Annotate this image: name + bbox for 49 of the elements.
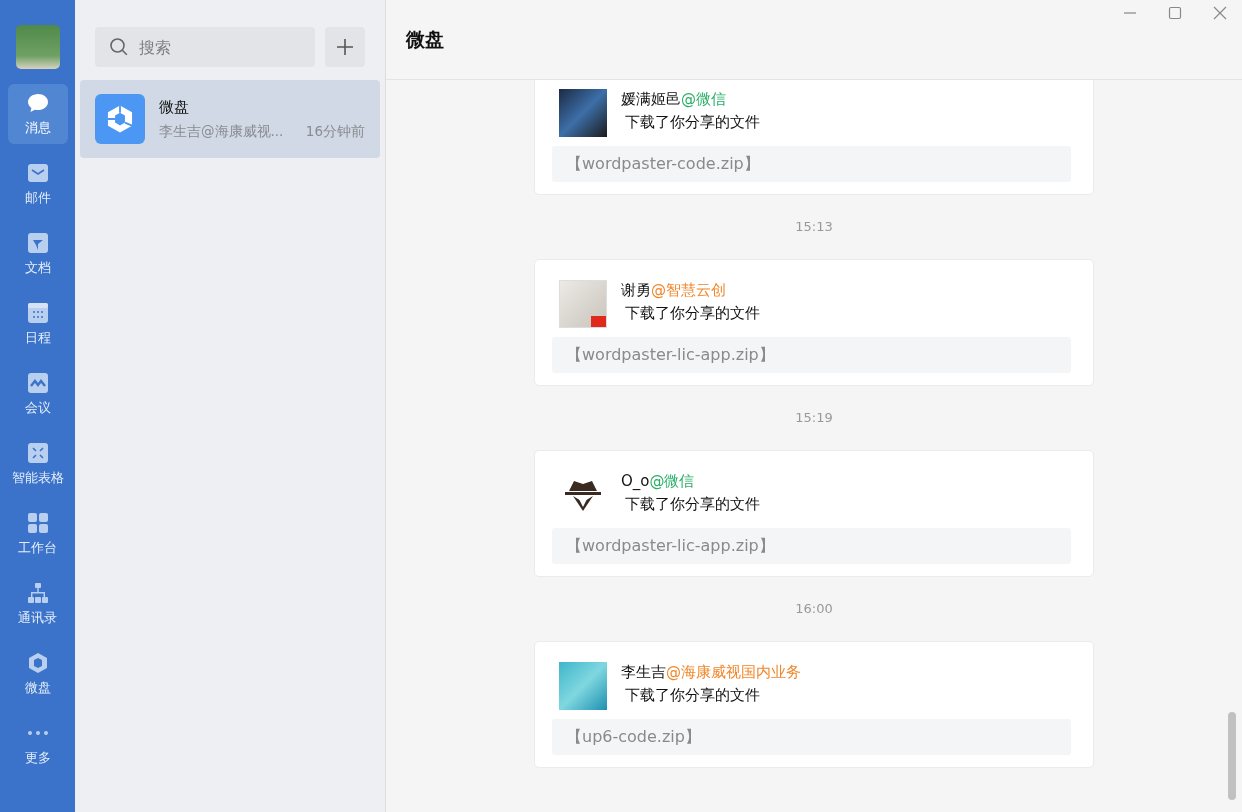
nav-item[interactable]: 文档 bbox=[7, 224, 68, 284]
message-text: 下载了你分享的文件 bbox=[625, 113, 760, 132]
file-attachment[interactable]: 【wordpaster-lic-app.zip】 bbox=[552, 337, 1071, 373]
timestamp: 16:00 bbox=[795, 600, 833, 618]
nav-item[interactable]: 智能表格 bbox=[7, 434, 68, 494]
conversation-item[interactable]: 微盘 李生吉@海康威视... 16分钟前 bbox=[80, 80, 380, 158]
nav-item[interactable]: 更多 bbox=[7, 714, 68, 774]
conversation-preview: 李生吉@海康威视... bbox=[159, 122, 284, 141]
nav-item[interactable]: 会议 bbox=[7, 364, 68, 424]
nav-item[interactable]: 工作台 bbox=[7, 504, 68, 564]
user-avatar-photo[interactable] bbox=[15, 25, 60, 69]
file-attachment[interactable]: 【up6-code.zip】 bbox=[552, 719, 1071, 755]
sender-name: 李生吉@海康威视国内业务 bbox=[621, 663, 801, 682]
nav-icon bbox=[25, 231, 50, 255]
chat-title: 微盘 bbox=[406, 26, 444, 52]
nav-item[interactable]: 邮件 bbox=[7, 154, 68, 214]
nav-icon bbox=[25, 301, 50, 325]
more-dots-icon bbox=[26, 730, 49, 736]
nav-icon bbox=[25, 441, 50, 465]
sender-name: 谢勇@智慧云创 bbox=[621, 281, 727, 300]
search-field[interactable]: 搜索 bbox=[95, 27, 315, 67]
file-attachment[interactable]: 【wordpaster-code.zip】 bbox=[552, 146, 1071, 182]
avatar-photo bbox=[559, 662, 607, 710]
message-text: 下载了你分享的文件 bbox=[625, 304, 760, 323]
sender-name: O_o@微信 bbox=[621, 472, 696, 491]
nav-icon bbox=[25, 581, 50, 605]
nav-item[interactable]: 通讯录 bbox=[7, 574, 68, 634]
flag-icon bbox=[591, 316, 606, 327]
timestamp: 15:19 bbox=[795, 409, 833, 427]
drive-logo-icon bbox=[95, 94, 145, 144]
nav-icon bbox=[25, 371, 50, 395]
nav-icon bbox=[25, 161, 50, 185]
avatar-photo bbox=[559, 89, 607, 137]
conversation-title: 微盘 bbox=[159, 97, 190, 117]
message-text: 下载了你分享的文件 bbox=[625, 686, 761, 705]
file-attachment[interactable]: 【wordpaster-lic-app.zip】 bbox=[552, 528, 1071, 564]
scrollbar-thumb[interactable] bbox=[1228, 712, 1236, 800]
add-button[interactable] bbox=[325, 27, 365, 67]
timestamp: 15:13 bbox=[795, 218, 833, 236]
nav-item[interactable]: 消息 bbox=[7, 84, 68, 144]
sender-name: 媛满姬邑@微信 bbox=[621, 90, 727, 109]
plus-icon bbox=[336, 38, 354, 56]
conversation-time: 16分钟前 bbox=[305, 122, 365, 141]
message-text: 下载了你分享的文件 bbox=[625, 495, 760, 514]
maximize-icon bbox=[1167, 6, 1182, 20]
close-icon bbox=[1212, 6, 1227, 20]
nav-item[interactable]: 微盘 bbox=[7, 644, 68, 704]
nav-icon bbox=[25, 511, 50, 535]
nav-item[interactable]: 日程 bbox=[7, 294, 68, 354]
